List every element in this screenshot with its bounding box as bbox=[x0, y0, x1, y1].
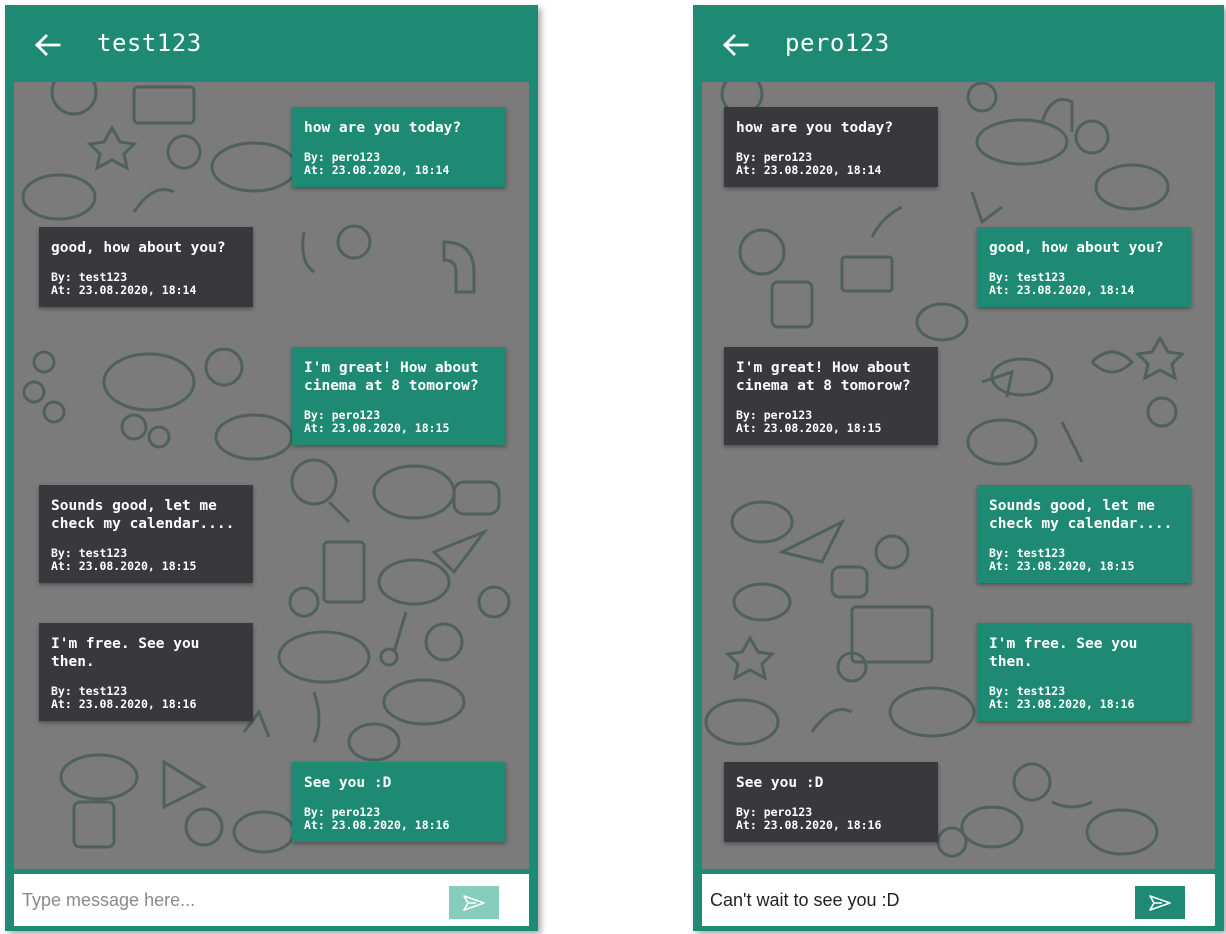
message-text: good, how about you? bbox=[51, 240, 226, 256]
send-button[interactable] bbox=[449, 886, 499, 919]
message-timestamp: At: 23.08.2020, 18:14 bbox=[304, 163, 450, 177]
message-text: good, how about you? bbox=[989, 240, 1164, 256]
message-bubble-sent: good, how about you? By: test123 At: 23.0… bbox=[977, 227, 1191, 307]
send-icon bbox=[1149, 895, 1171, 911]
message-timestamp: At: 23.08.2020, 18:15 bbox=[736, 421, 882, 435]
message-bubble-sent: how are you today? By: pero123 At: 23.08.… bbox=[292, 107, 506, 187]
message-input[interactable] bbox=[14, 874, 434, 926]
message-bubble-sent: Sounds good, let me check my calendar...… bbox=[977, 485, 1191, 583]
app-bar: test123 bbox=[5, 5, 538, 82]
chat-title: pero123 bbox=[785, 29, 890, 57]
message-bubble-sent: I'm great! How about cinema at 8 tomorow… bbox=[292, 347, 506, 445]
message-timestamp: At: 23.08.2020, 18:16 bbox=[989, 697, 1135, 711]
message-input[interactable] bbox=[702, 874, 1122, 926]
arrow-left-icon[interactable] bbox=[721, 33, 749, 57]
message-timestamp: At: 23.08.2020, 18:16 bbox=[51, 697, 197, 711]
message-text: how are you today? bbox=[736, 120, 894, 136]
chat-screen-test123: test123 how are you today? By: pero123 A… bbox=[5, 5, 538, 931]
message-bubble-received: good, how about you? By: test123 At: 23.0… bbox=[39, 227, 253, 307]
message-text: I'm great! How about cinema at 8 tomorow… bbox=[736, 360, 911, 394]
message-timestamp: At: 23.08.2020, 18:15 bbox=[51, 559, 197, 573]
message-list[interactable]: how are you today? By: pero123 At: 23.08.… bbox=[702, 82, 1215, 869]
message-text: Sounds good, let me check my calendar...… bbox=[989, 498, 1173, 532]
message-timestamp: At: 23.08.2020, 18:16 bbox=[736, 818, 882, 832]
composer bbox=[702, 874, 1215, 926]
message-timestamp: At: 23.08.2020, 18:14 bbox=[989, 283, 1135, 297]
message-text: Sounds good, let me check my calendar...… bbox=[51, 498, 235, 532]
message-timestamp: At: 23.08.2020, 18:15 bbox=[989, 559, 1135, 573]
composer bbox=[14, 874, 529, 926]
message-timestamp: At: 23.08.2020, 18:14 bbox=[51, 283, 197, 297]
message-bubble-sent: See you :D By: pero123 At: 23.08.2020, 18… bbox=[292, 762, 506, 842]
message-bubble-received: I'm free. See you then. By: test123 At: 2… bbox=[39, 623, 253, 721]
message-text: See you :D bbox=[736, 775, 824, 791]
message-bubble-sent: I'm free. See you then. By: test123 At: 2… bbox=[977, 623, 1191, 721]
chat-title: test123 bbox=[97, 29, 202, 57]
message-bubble-received: how are you today? By: pero123 At: 23.08.… bbox=[724, 107, 938, 187]
doodle-background bbox=[21, 82, 511, 854]
message-text: See you :D bbox=[304, 775, 392, 791]
message-bubble-received: Sounds good, let me check my calendar...… bbox=[39, 485, 253, 583]
message-text: I'm great! How about cinema at 8 tomorow… bbox=[304, 360, 479, 394]
message-bubble-received: I'm great! How about cinema at 8 tomorow… bbox=[724, 347, 938, 445]
app-bar: pero123 bbox=[693, 5, 1224, 82]
doodle-background bbox=[704, 82, 1186, 858]
message-text: I'm free. See you then. bbox=[51, 636, 200, 670]
send-icon bbox=[463, 895, 485, 911]
message-timestamp: At: 23.08.2020, 18:16 bbox=[304, 818, 450, 832]
message-text: how are you today? bbox=[304, 120, 462, 136]
chat-screen-pero123: pero123 how are you today? By: pero123 A… bbox=[693, 5, 1224, 931]
message-text: I'm free. See you then. bbox=[989, 636, 1138, 670]
arrow-left-icon[interactable] bbox=[33, 33, 61, 57]
message-bubble-received: See you :D By: pero123 At: 23.08.2020, 18… bbox=[724, 762, 938, 842]
send-button[interactable] bbox=[1135, 886, 1185, 919]
message-timestamp: At: 23.08.2020, 18:15 bbox=[304, 421, 450, 435]
message-timestamp: At: 23.08.2020, 18:14 bbox=[736, 163, 882, 177]
message-list[interactable]: how are you today? By: pero123 At: 23.08.… bbox=[14, 82, 529, 869]
